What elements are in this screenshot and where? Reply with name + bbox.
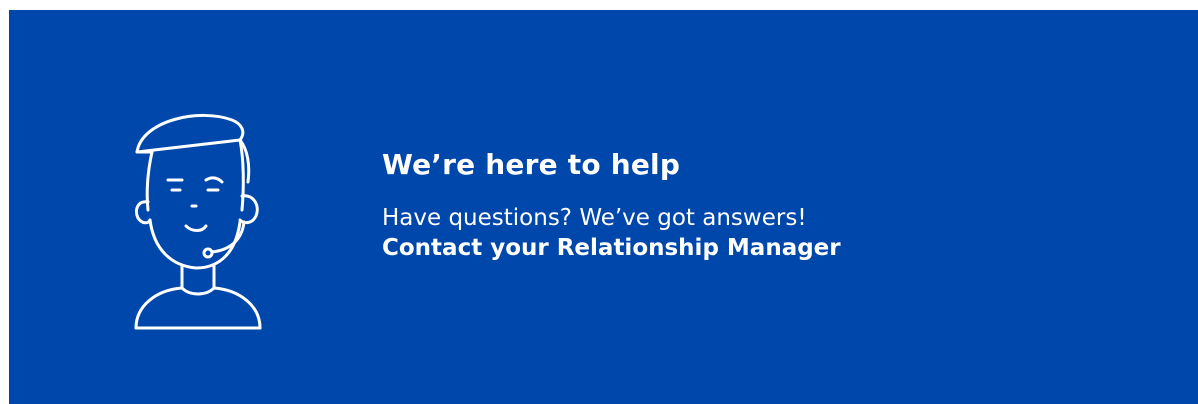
help-banner: We’re here to help Have questions? We’ve…	[9, 10, 1198, 404]
help-heading: We’re here to help	[382, 148, 681, 181]
support-agent-headset-icon	[134, 113, 262, 330]
help-subtext: Have questions? We’ve got answers!	[382, 205, 807, 231]
contact-relationship-manager-link[interactable]: Contact your Relationship Manager	[382, 233, 841, 263]
help-text-block: We’re here to help Have questions? We’ve…	[382, 148, 841, 263]
